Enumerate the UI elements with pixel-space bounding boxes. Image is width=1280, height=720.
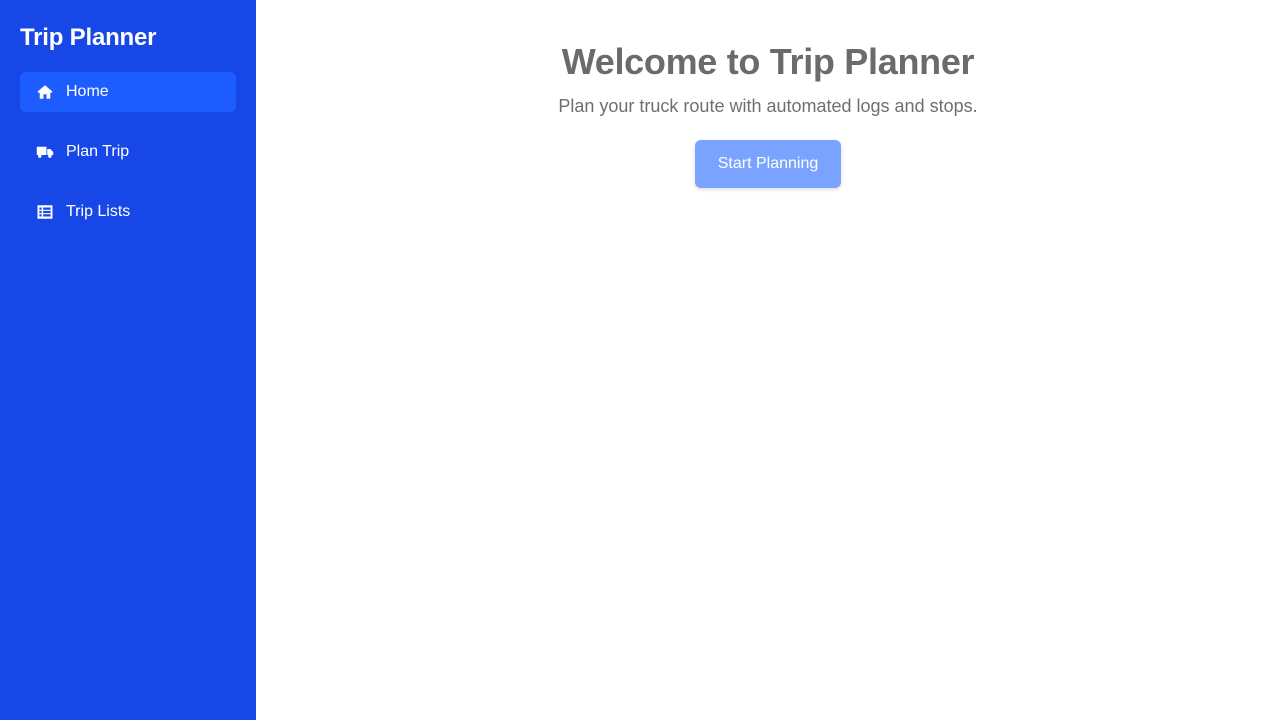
app-title: Trip Planner xyxy=(20,24,157,51)
sidebar-item-label: Trip Lists xyxy=(66,203,131,220)
home-icon xyxy=(36,83,54,101)
sidebar-item-plan-trip[interactable]: Plan Trip xyxy=(20,132,236,172)
main-content: Welcome to Trip Planner Plan your truck … xyxy=(256,0,1280,720)
sidebar-item-home[interactable]: Home xyxy=(20,72,236,112)
page-title: Welcome to Trip Planner xyxy=(561,41,975,82)
app-root: Trip Planner Home Plan Trip Trip Lists W… xyxy=(0,0,1280,720)
list-icon xyxy=(36,203,54,221)
sidebar-item-label: Home xyxy=(66,83,109,100)
start-planning-button[interactable]: Start Planning xyxy=(695,140,841,188)
truck-icon xyxy=(36,143,54,161)
sidebar: Trip Planner Home Plan Trip Trip Lists xyxy=(0,0,256,720)
sidebar-item-label: Plan Trip xyxy=(66,143,130,160)
page-subtitle: Plan your truck route with automated log… xyxy=(558,96,978,116)
sidebar-item-trip-lists[interactable]: Trip Lists xyxy=(20,192,236,232)
sidebar-nav: Home Plan Trip Trip Lists xyxy=(20,72,236,232)
